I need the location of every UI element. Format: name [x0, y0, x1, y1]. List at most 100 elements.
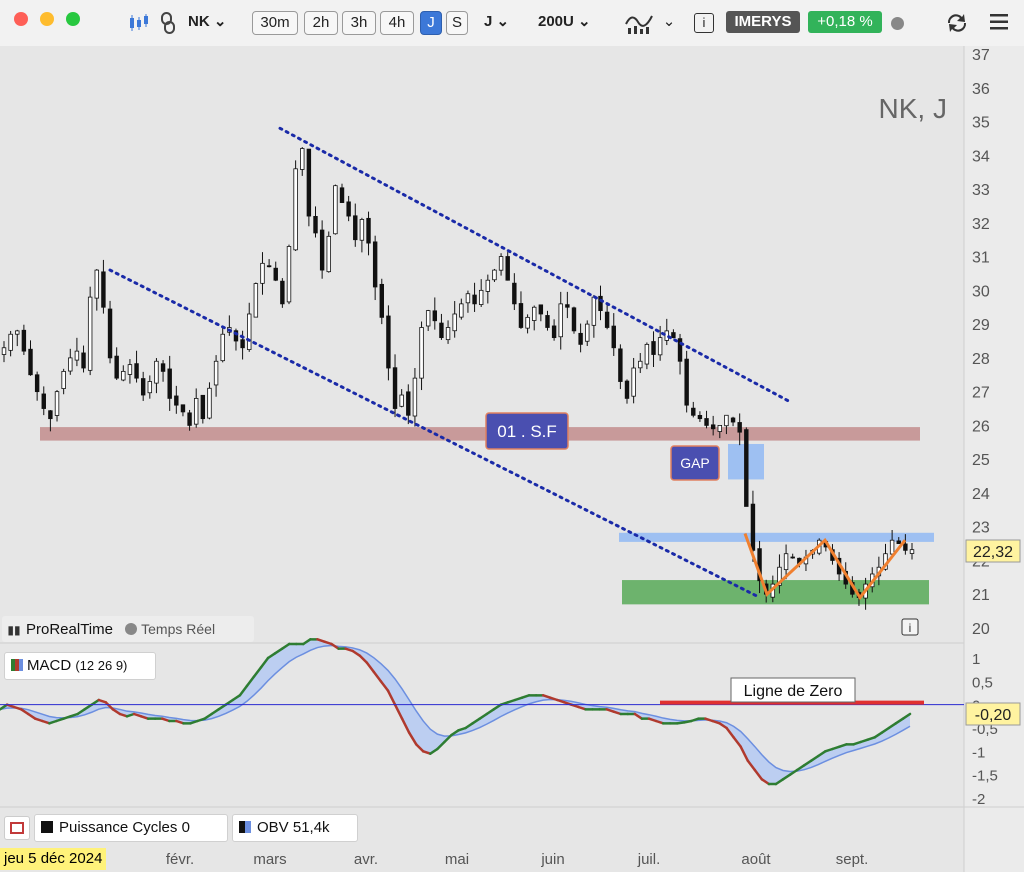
price-tick-label: 32 — [972, 216, 990, 233]
maximize-window-button[interactable] — [66, 12, 80, 26]
candle-body — [213, 360, 219, 386]
candle-body — [121, 370, 126, 381]
candle-body — [571, 307, 577, 332]
candle-body — [353, 215, 358, 241]
candle-body — [750, 503, 756, 551]
macd-tick-label: 1 — [972, 651, 980, 668]
candle-body — [180, 404, 186, 413]
candle-body — [319, 229, 325, 271]
candle-body — [459, 303, 464, 318]
x-tick-label: avr. — [354, 851, 378, 868]
interval-j[interactable]: J — [420, 11, 442, 35]
candlestick-icon[interactable] — [128, 12, 150, 34]
hamburger-menu-icon[interactable] — [988, 12, 1010, 32]
candle-body — [737, 422, 742, 433]
candle-body — [783, 553, 789, 571]
candle-body — [273, 267, 278, 281]
price-tick-label: 33 — [972, 182, 990, 199]
candle-body — [48, 410, 53, 420]
candle-body — [889, 539, 895, 555]
candle-body — [193, 397, 199, 425]
candle-body — [638, 360, 643, 369]
candle-body — [485, 279, 491, 292]
price-tick-label: 23 — [972, 520, 990, 537]
price-tick-label: 24 — [972, 486, 990, 503]
brand-bar: ▮▮ ProRealTime Temps Réel — [2, 616, 254, 642]
candle-body — [465, 293, 471, 304]
feed-label: Temps Réel — [141, 621, 216, 637]
candle-body — [174, 395, 179, 406]
chevron-down-icon[interactable]: ⌄ — [662, 11, 676, 33]
candle-body — [260, 262, 265, 284]
candle-body — [671, 332, 676, 339]
candle-body — [478, 289, 484, 305]
symbol-selector[interactable]: NK ⌄ — [188, 11, 236, 33]
minimize-window-button[interactable] — [40, 12, 54, 26]
interval-4h[interactable]: 4h — [380, 11, 414, 35]
candle-body — [412, 377, 418, 417]
price-tick-label: 30 — [972, 283, 990, 300]
candle-body — [160, 363, 166, 372]
obv-value: 51,4k — [292, 819, 330, 836]
candle-body — [691, 407, 696, 416]
obv-legend[interactable]: OBV 51,4k — [232, 814, 358, 842]
candle-body — [392, 367, 398, 409]
price-tick-label: 28 — [972, 351, 990, 368]
pane-info-glyph: i — [909, 621, 912, 635]
brand-label: ProRealTime — [26, 621, 113, 638]
candle-body — [286, 246, 292, 303]
info-icon[interactable]: i — [694, 13, 714, 33]
candle-body — [551, 325, 557, 339]
close-window-button[interactable] — [14, 12, 28, 26]
candle-body — [87, 296, 93, 371]
price-tick-label: 35 — [972, 115, 990, 132]
interval-s[interactable]: S — [446, 11, 468, 35]
candle-body — [717, 425, 723, 432]
x-tick-label: févr. — [166, 851, 194, 868]
x-tick-label: juin — [540, 851, 564, 868]
candle-body — [591, 296, 597, 326]
obv-name: OBV — [257, 819, 289, 836]
price-tick-label: 27 — [972, 385, 990, 402]
sync-icon[interactable] — [944, 11, 970, 35]
period-selector[interactable]: J ⌄ — [484, 11, 518, 33]
macd-color-icon — [11, 659, 23, 671]
candle-body — [657, 337, 663, 356]
candle-body — [730, 417, 736, 423]
candle-body — [710, 424, 716, 430]
link-icon[interactable] — [158, 11, 178, 35]
macd-legend-params: (12 26 9) — [75, 658, 128, 673]
candle-body — [266, 265, 272, 268]
window-stack-icon[interactable] — [4, 816, 30, 840]
candle-body — [445, 327, 451, 341]
interval-30m[interactable]: 30m — [252, 11, 298, 35]
price-tick-label: 36 — [972, 81, 990, 98]
candle-body — [684, 358, 689, 406]
candle-body — [127, 364, 133, 375]
macd-legend[interactable]: MACD (12 26 9) — [4, 652, 156, 680]
chart-area[interactable]: 373635343332313029282726252423222120 10,… — [0, 46, 1024, 872]
interval-2h[interactable]: 2h — [304, 11, 338, 35]
price-label: 22,32 — [973, 544, 1013, 561]
indicators-icon[interactable] — [624, 10, 654, 36]
candle-body — [167, 368, 172, 399]
candle-body — [147, 381, 153, 394]
price-tick-label: 21 — [972, 587, 990, 604]
candle-body — [200, 394, 206, 420]
candle-body — [724, 414, 729, 427]
toolbar: NK ⌄ 30m 2h 3h 4h J S J ⌄ 200U ⌄ ⌄ i IME… — [0, 0, 1024, 47]
interval-3h[interactable]: 3h — [342, 11, 376, 35]
bars-selector[interactable]: 200U ⌄ — [538, 11, 604, 33]
instrument-badge[interactable]: IMERYS — [726, 11, 800, 33]
price-tick-label: 37 — [972, 47, 990, 64]
candle-body — [306, 148, 312, 217]
candle-body — [903, 543, 908, 551]
candle-body — [512, 282, 517, 305]
puissance-cycles-legend[interactable]: Puissance Cycles 0 — [34, 814, 228, 842]
candle-body — [313, 215, 318, 234]
candle-body — [280, 280, 285, 305]
candle-body — [240, 339, 245, 349]
candle-body — [505, 256, 510, 281]
candle-body — [419, 327, 424, 379]
chevron-down-icon: ⌄ — [578, 13, 591, 30]
